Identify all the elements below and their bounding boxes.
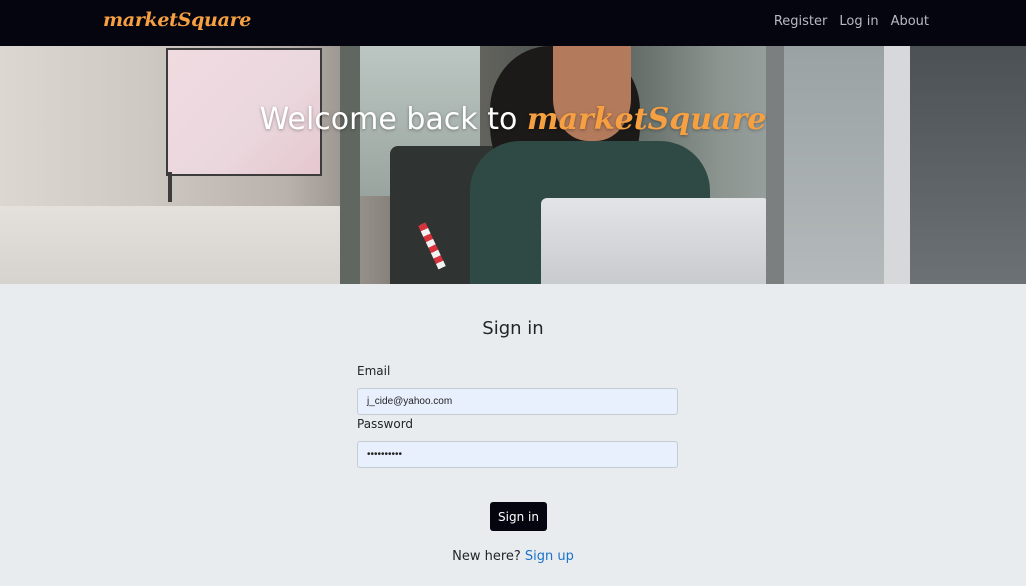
hero-bg-right-dark xyxy=(910,46,1026,284)
hero-bg-door xyxy=(784,46,884,284)
hero-banner: Welcome back to marketSquare xyxy=(0,46,1026,284)
hero-bg-door-frame xyxy=(766,46,784,284)
sign-up-link[interactable]: Sign up xyxy=(525,549,574,564)
email-label: Email xyxy=(357,364,391,378)
hero-bg-pillar xyxy=(884,46,910,284)
signup-prompt-text: New here? xyxy=(452,549,525,564)
signup-prompt: New here? Sign up xyxy=(0,549,1026,564)
hero-bg-sidewalk xyxy=(0,206,360,284)
password-label: Password xyxy=(357,417,414,431)
nav-links: Register Log in About xyxy=(774,14,929,29)
brand-logo[interactable]: marketSquare xyxy=(103,9,251,31)
hero-title-brand: marketSquare xyxy=(526,102,767,137)
hero-title-prefix: Welcome back to xyxy=(259,102,527,137)
sign-in-title: Sign in xyxy=(482,318,544,339)
password-field[interactable]: •••••••••• xyxy=(357,441,678,468)
hero-bg-sign-leg xyxy=(168,172,172,202)
hero-bg-window-frame xyxy=(340,46,360,284)
nav-about-link[interactable]: About xyxy=(891,14,929,29)
hero-bg-laptop xyxy=(541,198,769,284)
email-field[interactable]: j_cide@yahoo.com xyxy=(357,388,678,415)
sign-in-button[interactable]: Sign in xyxy=(490,502,547,531)
nav-login-link[interactable]: Log in xyxy=(839,14,878,29)
nav-register-link[interactable]: Register xyxy=(774,14,828,29)
navbar: marketSquare Register Log in About xyxy=(0,0,1026,46)
hero-title: Welcome back to marketSquare xyxy=(0,102,1026,137)
